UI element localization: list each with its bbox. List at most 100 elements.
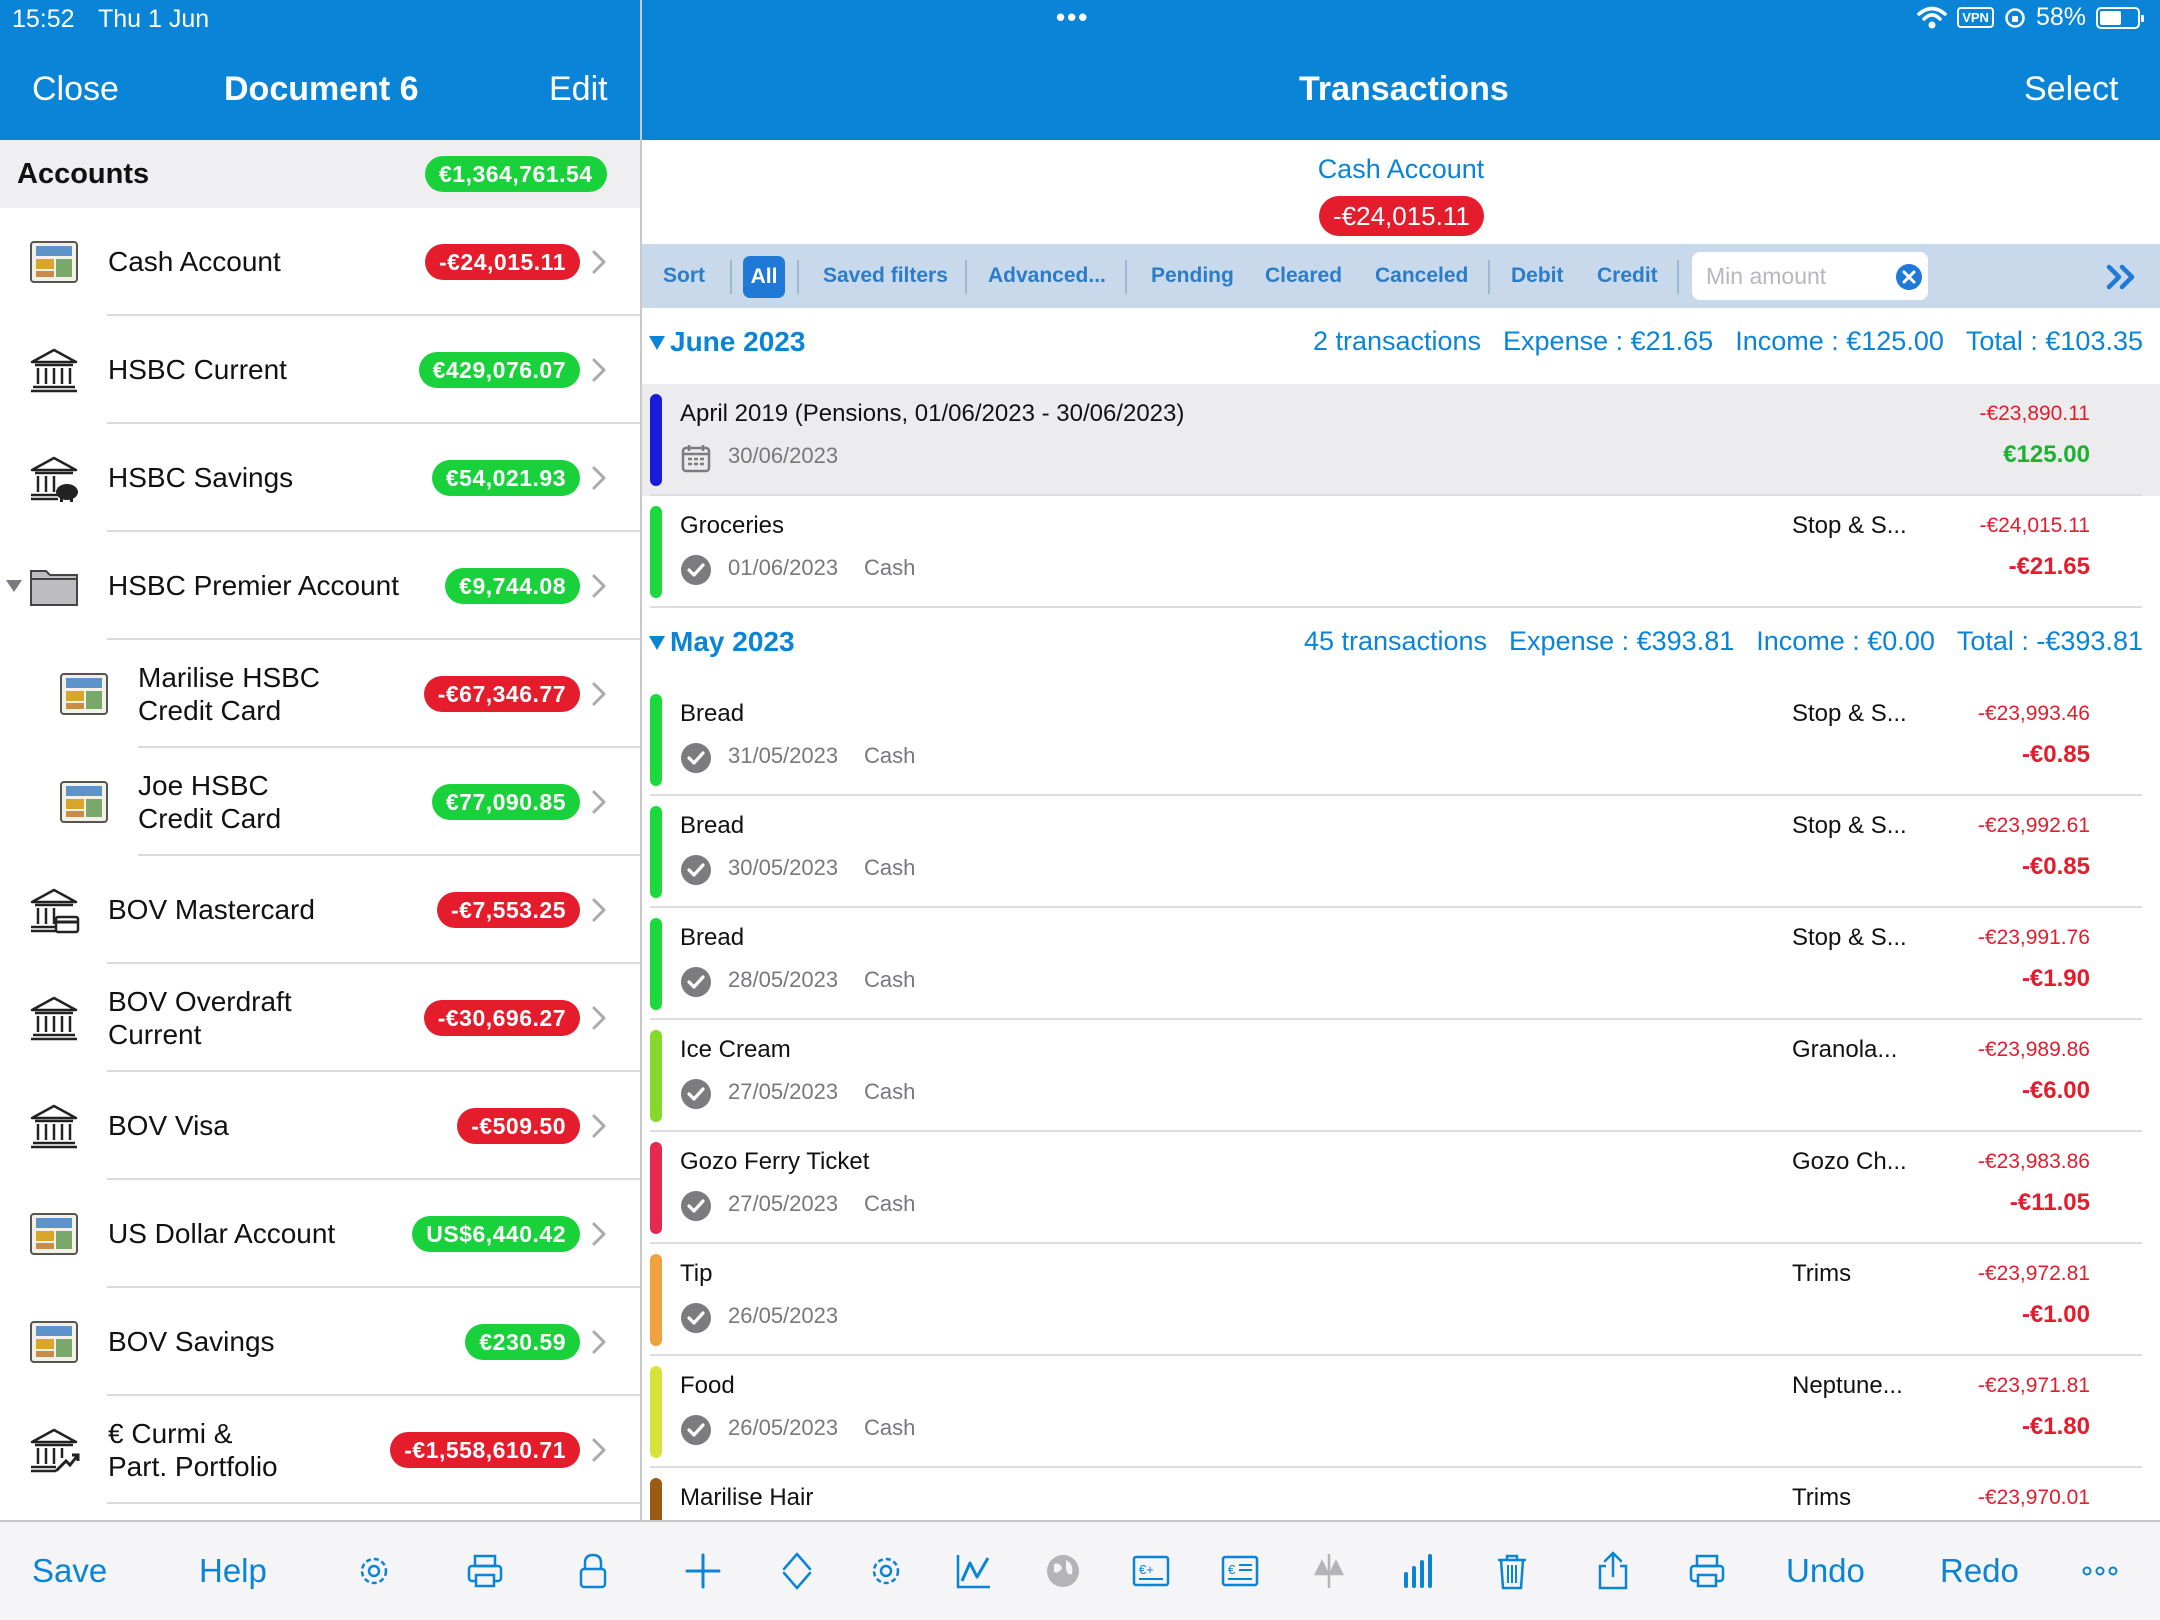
cleared-filter-button[interactable]: Cleared xyxy=(1265,264,1342,288)
edit-transaction-icon[interactable]: € xyxy=(1219,1550,1261,1592)
payment-method: Cash xyxy=(864,967,916,992)
month-title: May 2023 xyxy=(670,626,795,657)
account-row-bov-visa[interactable]: BOV Visa -€509.50 xyxy=(0,1072,640,1180)
category-color-bar xyxy=(650,918,662,1010)
account-row-bov-savings[interactable]: BOV Savings €230.59 xyxy=(0,1288,640,1396)
help-button[interactable]: Help xyxy=(199,1552,267,1590)
chevron-right-icon[interactable] xyxy=(590,464,608,492)
min-amount-input[interactable] xyxy=(1692,252,1928,300)
pending-filter-button[interactable]: Pending xyxy=(1151,264,1234,288)
chevron-right-icon[interactable] xyxy=(590,1220,608,1248)
printer-icon[interactable] xyxy=(464,1550,506,1592)
transaction-row[interactable]: Groceries 01/06/2023 Cash Stop & S... -€24,0… xyxy=(642,496,2160,608)
transaction-amount: -€1.00 xyxy=(2021,1301,2090,1328)
chevron-right-icon[interactable] xyxy=(590,896,608,924)
transaction-date: 26/05/2023 xyxy=(728,1415,839,1440)
account-row-us-dollar-account[interactable]: US Dollar Account US$6,440.42 xyxy=(0,1180,640,1288)
print-icon[interactable] xyxy=(1686,1550,1728,1592)
settings-gear-icon[interactable] xyxy=(865,1550,907,1592)
close-button[interactable]: Close xyxy=(32,70,119,109)
account-balance-badge: €54,021.93 xyxy=(431,460,580,496)
more-icon[interactable] xyxy=(2080,1550,2120,1592)
transaction-payee: Trims xyxy=(1792,1484,1852,1511)
all-filter-button[interactable]: All xyxy=(743,256,785,298)
plus-icon[interactable] xyxy=(682,1550,724,1592)
chevron-right-icon[interactable] xyxy=(590,1328,608,1356)
transaction-row[interactable]: Tip 26/05/2023 Trims -€23,972.81 -€1.00 xyxy=(642,1244,2160,1356)
category-color-bar xyxy=(650,1254,662,1346)
chevron-right-icon[interactable] xyxy=(590,356,608,384)
month-group-header[interactable]: May 2023 45 transactions Expense : €393.81… xyxy=(642,608,2160,684)
check-icon xyxy=(680,742,712,774)
save-button[interactable]: Save xyxy=(32,1552,107,1590)
sort-diamond-icon[interactable] xyxy=(776,1550,818,1592)
disclosure-triangle-icon[interactable] xyxy=(6,580,22,592)
debit-filter-button[interactable]: Debit xyxy=(1511,264,1564,288)
battery-percent: 58% xyxy=(2035,3,2086,31)
lock-icon[interactable] xyxy=(572,1550,614,1592)
account-row-joe-hsbc-credit-card[interactable]: Joe HSBC Credit Card €77,090.85 xyxy=(0,748,640,856)
calendar-icon xyxy=(680,442,712,474)
transaction-row[interactable]: Bread 31/05/2023 Cash Stop & S... -€23,993.4… xyxy=(642,684,2160,796)
account-name: HSBC Savings xyxy=(108,462,294,493)
collapse-triangle-icon[interactable] xyxy=(649,336,665,350)
account-row-hsbc-savings[interactable]: HSBC Savings €54,021.93 xyxy=(0,424,640,532)
globe-icon[interactable] xyxy=(1042,1550,1084,1592)
undo-button[interactable]: Undo xyxy=(1786,1552,1865,1590)
line-chart-icon[interactable] xyxy=(953,1550,995,1592)
chevron-right-icon[interactable] xyxy=(590,788,608,816)
account-row-hsbc-current[interactable]: HSBC Current €429,076.07 xyxy=(0,316,640,424)
double-chevron-right-icon[interactable] xyxy=(2104,262,2138,292)
transaction-row[interactable]: April 2019 (Pensions, 01/06/2023 - 30/06… xyxy=(642,384,2160,496)
transaction-row[interactable]: Gozo Ferry Ticket 27/05/2023 Cash Gozo Ch..… xyxy=(642,1132,2160,1244)
transaction-row[interactable]: Food 26/05/2023 Cash Neptune... -€23,971.81 -… xyxy=(642,1356,2160,1468)
redo-button[interactable]: Redo xyxy=(1940,1552,2019,1590)
folder-icon xyxy=(28,561,80,611)
transaction-payee: Stop & S... xyxy=(1792,812,1907,839)
multitasking-dots[interactable]: ••• xyxy=(1056,2,1089,33)
vpn-badge: VPN xyxy=(1957,7,1994,28)
advanced-button[interactable]: Advanced... xyxy=(988,264,1106,288)
chevron-right-icon[interactable] xyxy=(590,572,608,600)
account-row-curmi-part-portfolio[interactable]: € Curmi & Part. Portfolio -€1,558,610.71 xyxy=(0,1396,640,1504)
clear-input-icon[interactable] xyxy=(1896,264,1922,290)
chevron-right-icon[interactable] xyxy=(590,680,608,708)
transaction-name: Bread xyxy=(680,700,745,727)
reconcile-icon[interactable] xyxy=(1308,1550,1350,1592)
month-group-header[interactable]: June 2023 2 transactions Expense : €21.65 I… xyxy=(642,308,2160,384)
account-balance-badge: €77,090.85 xyxy=(431,784,580,820)
chevron-right-icon[interactable] xyxy=(590,248,608,276)
filter-separator xyxy=(1677,260,1679,294)
filter-separator xyxy=(965,260,967,294)
bar-chart-icon[interactable] xyxy=(1398,1550,1440,1592)
select-button[interactable]: Select xyxy=(2024,70,2119,109)
group-total: Total : €103.35 xyxy=(1965,326,2143,356)
account-row-cash-account[interactable]: Cash Account -€24,015.11 xyxy=(0,208,640,316)
running-balance: -€23,983.86 xyxy=(1977,1150,2090,1173)
add-transaction-icon[interactable]: €+ xyxy=(1130,1550,1172,1592)
collapse-triangle-icon[interactable] xyxy=(649,636,665,650)
account-row-bov-mastercard[interactable]: BOV Mastercard -€7,553.25 xyxy=(0,856,640,964)
account-row-hsbc-premier-account[interactable]: HSBC Premier Account €9,744.08 xyxy=(0,532,640,640)
chevron-right-icon[interactable] xyxy=(590,1004,608,1032)
credit-filter-button[interactable]: Credit xyxy=(1597,264,1658,288)
canceled-filter-button[interactable]: Canceled xyxy=(1375,264,1468,288)
chevron-right-icon[interactable] xyxy=(590,1112,608,1140)
transaction-payee: Trims xyxy=(1792,1260,1852,1287)
transaction-row[interactable]: Bread 28/05/2023 Cash Stop & S... -€23,991.7… xyxy=(642,908,2160,1020)
share-icon[interactable] xyxy=(1592,1550,1634,1592)
trash-icon[interactable] xyxy=(1491,1550,1533,1592)
sort-button[interactable]: Sort xyxy=(663,264,705,288)
transaction-amount: -€21.65 xyxy=(2008,553,2090,580)
transaction-payee: Stop & S... xyxy=(1792,700,1907,727)
chevron-right-icon[interactable] xyxy=(590,1436,608,1464)
bank-icon xyxy=(28,1101,80,1151)
transaction-row[interactable]: Bread 30/05/2023 Cash Stop & S... -€23,992.6… xyxy=(642,796,2160,908)
transaction-row[interactable]: Ice Cream 27/05/2023 Cash Granola... -€23,98… xyxy=(642,1020,2160,1132)
account-row-marilise-hsbc-credit-card[interactable]: Marilise HSBC Credit Card -€67,346.77 xyxy=(0,640,640,748)
edit-button[interactable]: Edit xyxy=(549,70,608,109)
transaction-row[interactable]: Marilise Hair Trims -€23,970.01 xyxy=(642,1468,2160,1520)
gear-icon[interactable] xyxy=(353,1550,395,1592)
saved-filters-button[interactable]: Saved filters xyxy=(823,264,948,288)
account-row-bov-overdraft-current[interactable]: BOV Overdraft Current -€30,696.27 xyxy=(0,964,640,1072)
